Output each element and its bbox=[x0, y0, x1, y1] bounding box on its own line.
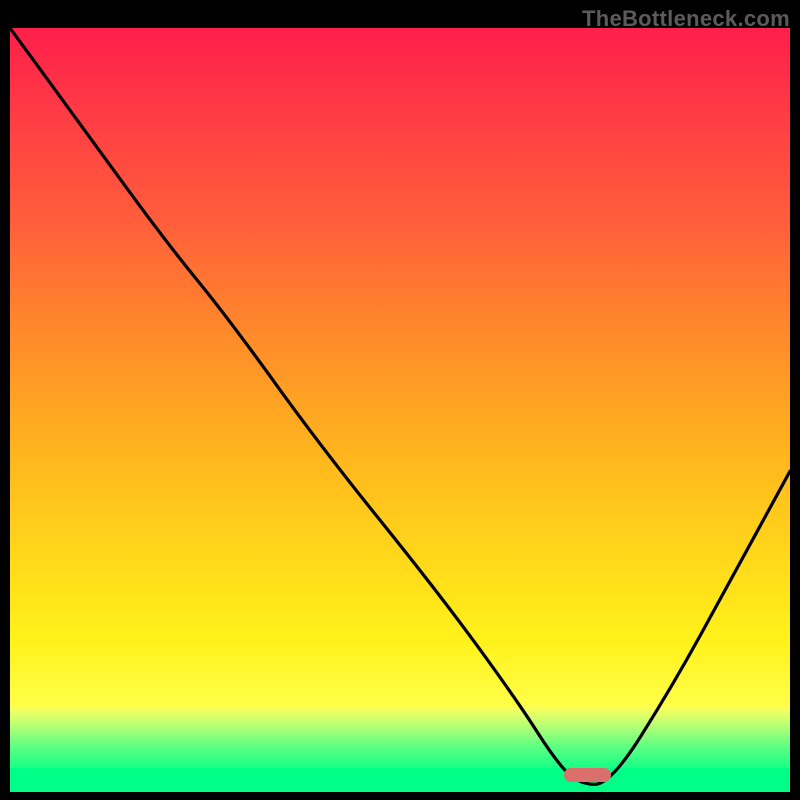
watermark-text: TheBottleneck.com bbox=[582, 6, 790, 32]
plot-border bbox=[10, 28, 790, 792]
optimal-marker bbox=[564, 768, 611, 782]
curve-path bbox=[10, 28, 790, 784]
bottleneck-curve bbox=[10, 28, 790, 792]
plot-area bbox=[10, 28, 790, 792]
chart-frame: TheBottleneck.com bbox=[0, 0, 800, 800]
